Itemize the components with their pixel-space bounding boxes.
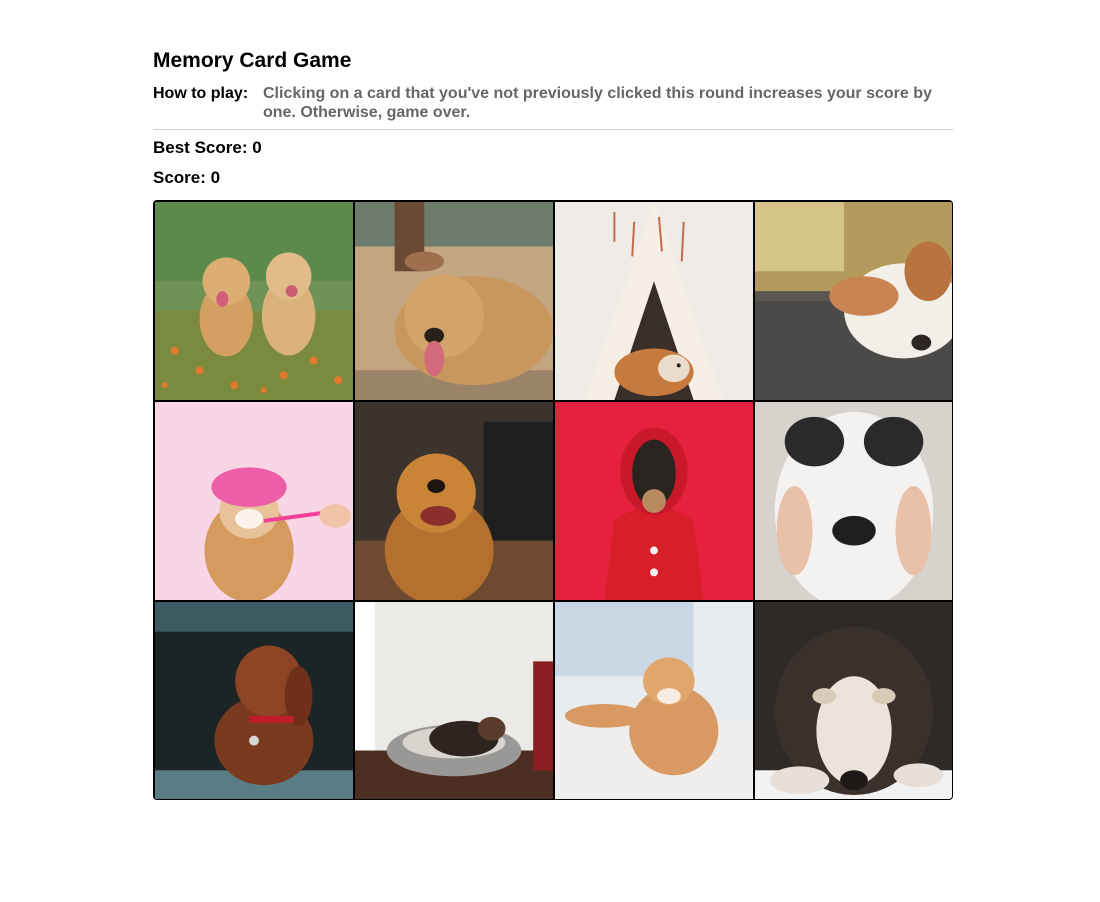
card-shiba-shower-cap[interactable]	[154, 401, 354, 601]
game-container: Memory Card Game How to play: Clicking o…	[153, 48, 953, 800]
card-grid	[153, 200, 953, 800]
card-two-golden-puppies[interactable]	[154, 201, 354, 401]
card-golden-retriever-indoors[interactable]	[354, 401, 554, 601]
divider	[153, 129, 953, 130]
how-to-play-label: How to play:	[153, 85, 249, 102]
card-dachshund-red-hoodie[interactable]	[554, 401, 754, 601]
how-to-play: How to play: Clicking on a card that you…	[153, 84, 953, 122]
page-title: Memory Card Game	[153, 49, 352, 72]
how-to-play-description: Clicking on a card that you've not previ…	[263, 85, 932, 121]
card-vizsla-car[interactable]	[154, 601, 354, 799]
score-value: 0	[210, 168, 221, 187]
best-score-value: 0	[252, 138, 262, 157]
card-dog-sleeping-blanket[interactable]	[754, 201, 952, 401]
best-score-label: Best Score:	[153, 138, 248, 157]
current-score: Score: 0	[153, 168, 953, 188]
card-shiba-teepee[interactable]	[554, 201, 754, 401]
card-golden-retriever-pavement[interactable]	[354, 201, 554, 401]
card-dog-grey-bed[interactable]	[354, 601, 554, 799]
score-label: Score:	[153, 168, 206, 187]
best-score: Best Score: 0	[153, 138, 953, 158]
card-husky-hands[interactable]	[754, 401, 952, 601]
card-malamute-puppy[interactable]	[754, 601, 952, 799]
card-shiba-puppy-rug[interactable]	[554, 601, 754, 799]
